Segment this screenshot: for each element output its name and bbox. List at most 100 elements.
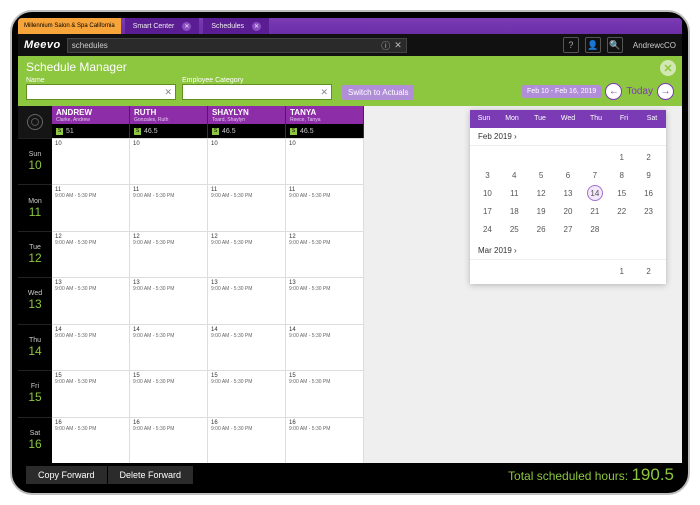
delete-forward-button[interactable]: Delete Forward — [108, 466, 194, 484]
name-input[interactable]: ✕ — [26, 84, 176, 100]
copy-forward-button[interactable]: Copy Forward — [26, 466, 107, 484]
calendar-day[interactable]: 18 — [501, 202, 528, 220]
month-label[interactable]: Feb 2019 › — [470, 128, 666, 146]
today-button[interactable]: Today — [626, 86, 653, 97]
prev-week-button[interactable]: ← — [605, 83, 622, 100]
schedule-cell[interactable]: 139:00 AM - 5:30 PM — [52, 277, 130, 323]
calendar-day[interactable]: 8 — [608, 166, 635, 184]
calendar-day[interactable]: 3 — [474, 166, 501, 184]
calendar-day[interactable]: 5 — [528, 166, 555, 184]
calendar-day[interactable]: 21 — [581, 202, 608, 220]
clear-icon[interactable]: ✕ — [320, 87, 328, 98]
calendar-day[interactable]: 28 — [581, 220, 608, 238]
calendar-day[interactable]: 25 — [501, 220, 528, 238]
calendar-day[interactable]: 7 — [581, 166, 608, 184]
switch-actuals-button[interactable]: Switch to Actuals — [342, 85, 414, 100]
schedule-cell[interactable]: 159:00 AM - 5:30 PM — [286, 370, 364, 416]
day-cell[interactable]: Fri15 — [18, 370, 52, 416]
schedule-cell[interactable]: 119:00 AM - 5:30 PM — [130, 184, 208, 230]
info-icon[interactable]: ⓘ — [381, 39, 390, 52]
schedule-cell[interactable]: 10 — [286, 138, 364, 184]
schedule-cell[interactable]: 10 — [130, 138, 208, 184]
calendar-day — [555, 148, 582, 166]
calendar-day[interactable]: 17 — [474, 202, 501, 220]
person-icon[interactable]: 👤 — [585, 37, 601, 53]
help-icon[interactable]: ? — [563, 37, 579, 53]
day-cell[interactable]: Thu14 — [18, 324, 52, 370]
day-cell[interactable]: Mon11 — [18, 184, 52, 230]
calendar-day[interactable]: 19 — [528, 202, 555, 220]
schedule-cell[interactable]: 10 — [52, 138, 130, 184]
day-cell[interactable]: Tue12 — [18, 231, 52, 277]
schedule-cell[interactable]: 169:00 AM - 5:30 PM — [208, 417, 286, 463]
day-cell[interactable]: Wed13 — [18, 277, 52, 323]
schedule-cell[interactable]: 159:00 AM - 5:30 PM — [208, 370, 286, 416]
search-icon[interactable]: 🔍 — [607, 37, 623, 53]
clear-icon[interactable]: ✕ — [164, 87, 172, 98]
calendar-day[interactable]: 23 — [635, 202, 662, 220]
search-input[interactable]: schedules ⓘ ✕ — [67, 38, 407, 53]
category-input[interactable]: ✕ — [182, 84, 332, 100]
employee-header[interactable]: SHAYLYNToard, ShaylynS46.5 — [208, 106, 286, 138]
calendar-day[interactable]: 14 — [581, 184, 608, 202]
schedule-cell[interactable]: 169:00 AM - 5:30 PM — [130, 417, 208, 463]
schedule-cell[interactable]: 119:00 AM - 5:30 PM — [52, 184, 130, 230]
schedule-cell[interactable]: 159:00 AM - 5:30 PM — [52, 370, 130, 416]
schedule-cell[interactable]: 159:00 AM - 5:30 PM — [130, 370, 208, 416]
calendar-day[interactable]: 26 — [528, 220, 555, 238]
calendar-day[interactable]: 9 — [635, 166, 662, 184]
calendar-day[interactable]: 15 — [608, 184, 635, 202]
calendar-day[interactable]: 22 — [608, 202, 635, 220]
compass-icon[interactable] — [18, 106, 52, 138]
calendar-day[interactable]: 20 — [555, 202, 582, 220]
calendar-day[interactable]: 16 — [635, 184, 662, 202]
employee-header[interactable]: ANDREWClarke, AndrewS51 — [52, 106, 130, 138]
schedule-cell[interactable]: 129:00 AM - 5:30 PM — [52, 231, 130, 277]
close-icon[interactable]: ✕ — [182, 22, 191, 31]
calendar-day[interactable]: 12 — [528, 184, 555, 202]
schedule-cell[interactable]: 119:00 AM - 5:30 PM — [286, 184, 364, 230]
tab-schedules[interactable]: Schedules ✕ — [203, 18, 269, 34]
mini-calendar[interactable]: SunMonTueWedThuFriSat Feb 2019 › 1234567… — [470, 110, 666, 284]
calendar-day[interactable]: 24 — [474, 220, 501, 238]
schedule-cell[interactable]: 149:00 AM - 5:30 PM — [130, 324, 208, 370]
date-range[interactable]: Feb 10 - Feb 16, 2019 — [522, 85, 601, 98]
next-week-button[interactable]: → — [657, 83, 674, 100]
calendar-day[interactable]: 10 — [474, 184, 501, 202]
calendar-day[interactable]: 13 — [555, 184, 582, 202]
calendar-day[interactable]: 2 — [635, 262, 662, 280]
footer: Copy Forward Delete Forward Total schedu… — [18, 463, 682, 487]
calendar-day[interactable]: 6 — [555, 166, 582, 184]
schedule-cell[interactable]: 139:00 AM - 5:30 PM — [286, 277, 364, 323]
schedule-cell[interactable]: 169:00 AM - 5:30 PM — [52, 417, 130, 463]
calendar-day[interactable]: 11 — [501, 184, 528, 202]
schedule-cell[interactable]: 139:00 AM - 5:30 PM — [208, 277, 286, 323]
calendar-day[interactable]: 27 — [555, 220, 582, 238]
day-cell[interactable]: Sun10 — [18, 138, 52, 184]
clear-icon[interactable]: ✕ — [394, 40, 402, 51]
employee-header[interactable]: TANYAReece, TanyaS46.5 — [286, 106, 364, 138]
tab-smart-center[interactable]: Smart Center ✕ — [125, 18, 200, 34]
employee-header[interactable]: RUTHGonzales, RuthS46.5 — [130, 106, 208, 138]
close-icon[interactable]: ✕ — [252, 22, 261, 31]
schedule-cell[interactable]: 129:00 AM - 5:30 PM — [130, 231, 208, 277]
schedule-cell[interactable]: 139:00 AM - 5:30 PM — [130, 277, 208, 323]
schedule-cell[interactable]: 10 — [208, 138, 286, 184]
close-panel-icon[interactable]: ✕ — [660, 60, 676, 76]
schedule-cell[interactable]: 149:00 AM - 5:30 PM — [286, 324, 364, 370]
day-cell[interactable]: Sat16 — [18, 417, 52, 463]
calendar-day — [528, 148, 555, 166]
schedule-cell[interactable]: 169:00 AM - 5:30 PM — [286, 417, 364, 463]
user-label[interactable]: AndrewcCO — [633, 41, 676, 50]
schedule-cell[interactable]: 149:00 AM - 5:30 PM — [52, 324, 130, 370]
calendar-day[interactable]: 1 — [608, 262, 635, 280]
org-tab[interactable]: Millennium Salon & Spa California — [18, 18, 121, 34]
month-label[interactable]: Mar 2019 › — [470, 242, 666, 260]
schedule-cell[interactable]: 119:00 AM - 5:30 PM — [208, 184, 286, 230]
schedule-cell[interactable]: 129:00 AM - 5:30 PM — [286, 231, 364, 277]
calendar-day[interactable]: 2 — [635, 148, 662, 166]
calendar-day[interactable]: 1 — [608, 148, 635, 166]
schedule-cell[interactable]: 149:00 AM - 5:30 PM — [208, 324, 286, 370]
schedule-cell[interactable]: 129:00 AM - 5:30 PM — [208, 231, 286, 277]
calendar-day[interactable]: 4 — [501, 166, 528, 184]
